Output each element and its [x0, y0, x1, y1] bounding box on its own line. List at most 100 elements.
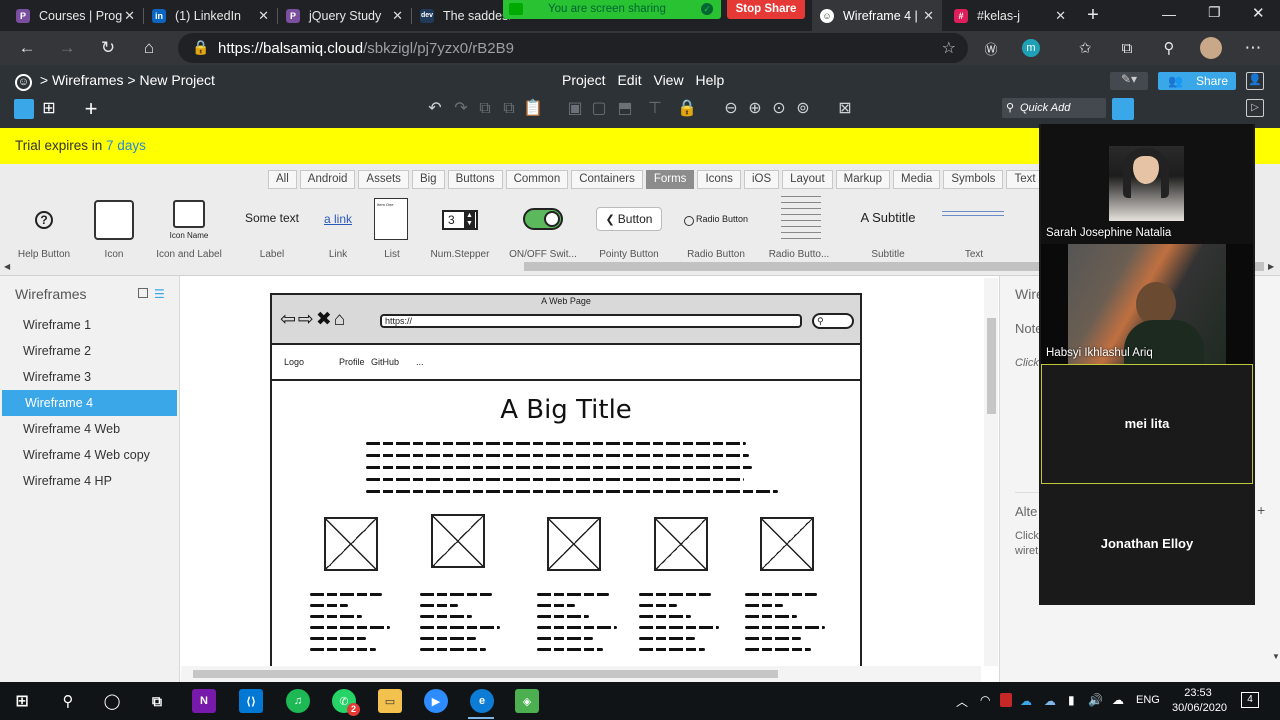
scroll-right-arrow[interactable]: ▶ [1268, 262, 1274, 271]
new-tab-button[interactable]: + [1082, 4, 1104, 26]
file-explorer-icon[interactable]: ▭ [378, 689, 402, 713]
undo-icon[interactable]: ↶ [424, 99, 446, 119]
browser-tab-linkedin[interactable]: in (1) LinkedIn ✕ [144, 0, 277, 31]
trial-days-link[interactable]: 7 days [106, 138, 146, 153]
reload-button[interactable]: ↻ [95, 36, 121, 60]
component-help-button[interactable]: ? Help Button [4, 196, 84, 260]
list-view-icon[interactable]: ☰ [154, 287, 165, 301]
category-tab-assets[interactable]: Assets [358, 170, 409, 189]
quick-add-input[interactable]: ⚲ Quick Add [1002, 98, 1106, 118]
cloud-sync-icon[interactable]: ☁ [1112, 693, 1124, 707]
category-tab-big[interactable]: Big [411, 170, 445, 189]
notification-center-icon[interactable]: 4 [1241, 692, 1259, 708]
chevron-up-icon[interactable]: ︿ [956, 693, 968, 710]
minimize-button[interactable]: — [1162, 6, 1176, 22]
notes-hint[interactable]: Click [1015, 357, 1039, 369]
component-subtitle[interactable]: A Subtitle Subtitle [848, 196, 928, 260]
wireframe-list-item[interactable]: Wireframe 4 [2, 390, 177, 416]
close-icon[interactable]: ✕ [258, 8, 269, 24]
browser-tab-dev[interactable]: dev The saddest [412, 0, 510, 31]
close-icon[interactable]: ✕ [1055, 8, 1066, 24]
add-alternate-icon[interactable]: + [1257, 502, 1265, 518]
browser-tab-wireframe[interactable]: ☺ Wireframe 4 | ✕ [812, 0, 942, 31]
edge-icon[interactable]: e [470, 689, 494, 713]
breadcrumb-text[interactable]: > Wireframes > New Project [40, 72, 215, 88]
participant-tile[interactable]: Jonathan Elloy [1041, 484, 1253, 604]
mendeley-icon[interactable]: m [1022, 39, 1040, 57]
menu-help[interactable]: Help [695, 72, 724, 88]
panel-toggle-icon[interactable] [14, 99, 34, 119]
participant-tile[interactable]: Sarah Josephine Natalia [1041, 124, 1253, 244]
component-on-off-switch[interactable]: ON/OFF Swit... [503, 196, 583, 260]
bring-front-icon[interactable]: ⬒ [614, 99, 636, 119]
align-icon[interactable]: ⊤ [644, 99, 666, 119]
wifi-icon[interactable]: ◠ [980, 693, 990, 707]
browser-tab-slack[interactable]: # #kelas-j ✕ [946, 0, 1074, 31]
category-tab-layout[interactable]: Layout [782, 170, 833, 189]
spotify-icon[interactable]: ♫ [286, 689, 310, 713]
browser-tab-jquery[interactable]: P jQuery Study ✕ [278, 0, 411, 31]
menu-view[interactable]: View [653, 72, 683, 88]
category-tab-symbols[interactable]: Symbols [943, 170, 1004, 189]
component-num-stepper[interactable]: 3 ▲ ▼ Num.Stepper [420, 196, 500, 260]
collections-icon[interactable]: ⧉ [1114, 36, 1140, 60]
profile-avatar[interactable] [1200, 37, 1222, 59]
zoom-in-icon[interactable]: ⊕ [744, 99, 766, 119]
vscode-icon[interactable]: ⟨⟩ [239, 689, 263, 713]
back-button[interactable]: ← [14, 36, 40, 60]
stop-share-button[interactable]: Stop Share [727, 0, 805, 19]
copy-icon[interactable]: ⧉ [498, 99, 520, 119]
window-close-button[interactable]: ✕ [1252, 4, 1265, 22]
category-tab-forms[interactable]: Forms [645, 170, 695, 189]
participant-tile[interactable]: mei lita [1041, 364, 1253, 484]
category-tab-all[interactable]: All [268, 170, 297, 189]
thumbnail-view-icon[interactable] [138, 288, 148, 298]
extension-icon[interactable]: Ⓦ [978, 36, 1004, 60]
onenote-icon[interactable]: N [192, 689, 216, 713]
category-tab-buttons[interactable]: Buttons [447, 170, 503, 189]
whatsapp-icon[interactable]: ✆ 2 [332, 689, 360, 716]
participant-tile[interactable]: Habsyi Ikhlashul Ariq [1041, 244, 1253, 364]
wireframe-canvas[interactable]: A Web Page ⇦⇨✖⌂ https:// ⚲ Logo Profile … [181, 276, 999, 682]
scroll-down-arrow[interactable]: ▼ [1272, 652, 1280, 661]
wireframe-list-item[interactable]: Wireframe 4 Web copy [0, 442, 179, 468]
cloud-icon[interactable]: ☁ [1044, 694, 1056, 708]
redo-icon[interactable]: ↷ [450, 99, 472, 119]
home-button[interactable]: ⌂ [136, 36, 162, 60]
canvas-vertical-scrollbar[interactable] [984, 278, 998, 666]
battery-icon[interactable]: ▮ [1068, 693, 1075, 707]
scroll-left-arrow[interactable]: ◀ [4, 262, 10, 271]
user-icon[interactable]: 👤 [1246, 72, 1264, 90]
add-wireframe-icon[interactable]: + [80, 98, 102, 120]
category-tab-common[interactable]: Common [505, 170, 569, 189]
category-tab-markup[interactable]: Markup [835, 170, 890, 189]
zoom-app-icon[interactable]: ▶ [424, 689, 448, 713]
browser-tab-courses[interactable]: P Courses | Prog ✕ [8, 0, 143, 31]
task-view-icon[interactable]: ⧉ [145, 689, 169, 713]
zoom-out-icon[interactable]: ⊖ [720, 99, 742, 119]
share-icon[interactable]: ⚲ [1156, 36, 1182, 60]
android-studio-icon[interactable]: ◈ [515, 689, 539, 713]
component-radio-button[interactable]: Radio Button Radio Button [676, 196, 756, 260]
maximize-button[interactable]: ❐ [1208, 4, 1221, 21]
wireframe-list-item[interactable]: Wireframe 2 [0, 338, 179, 364]
close-icon[interactable]: ✕ [124, 8, 135, 24]
forward-button[interactable]: → [54, 36, 80, 60]
clock[interactable]: 23:53 30/06/2020 [1172, 686, 1227, 716]
wireframe-list-item[interactable]: Wireframe 1 [0, 312, 179, 338]
category-tab-media[interactable]: Media [893, 170, 941, 189]
volume-icon[interactable]: 🔊 [1088, 693, 1103, 707]
cortana-icon[interactable]: ◯ [100, 689, 124, 713]
close-icon[interactable]: ✕ [923, 8, 934, 24]
grid-view-icon[interactable]: ⊞ [38, 99, 60, 119]
onedrive-icon[interactable]: ☁ [1020, 694, 1032, 708]
language-indicator[interactable]: ENG [1136, 694, 1160, 706]
favorites-icon[interactable]: ✩ [1072, 36, 1098, 60]
category-tab-text[interactable]: Text [1006, 170, 1044, 189]
category-tab-containers[interactable]: Containers [571, 170, 643, 189]
component-radio-button-group[interactable]: Radio Butto... [759, 196, 839, 260]
zoom-actual-icon[interactable]: ⊙ [768, 99, 790, 119]
menu-edit[interactable]: Edit [617, 72, 641, 88]
windows-start-icon[interactable]: ⊞ [10, 689, 34, 713]
url-field[interactable]: 🔒 https://balsamiq.cloud/sbkzigl/pj7yzx0… [178, 33, 968, 63]
